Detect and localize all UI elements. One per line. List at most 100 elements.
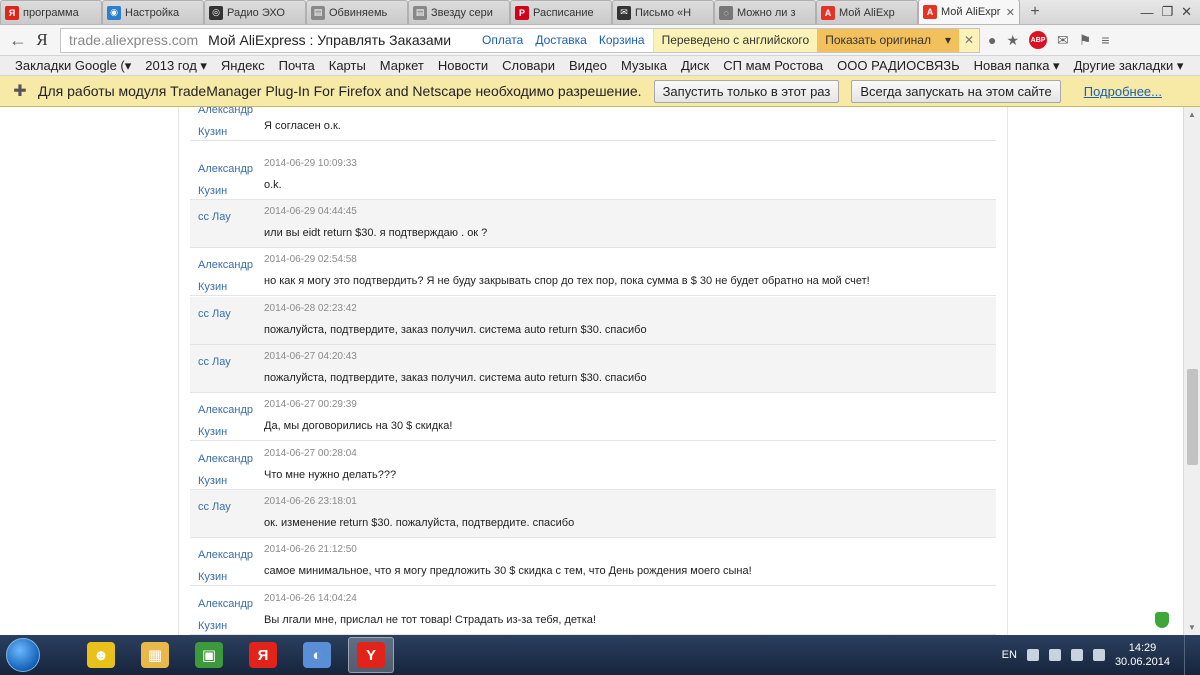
volume-icon[interactable] — [1070, 649, 1083, 661]
tab-label: Обвиняемь — [329, 6, 388, 19]
clock[interactable]: 14:29 30.06.2014 — [1115, 641, 1170, 669]
quick-link[interactable]: Корзина — [599, 33, 645, 47]
bookmark-item[interactable]: Карты — [329, 58, 366, 73]
message-sender[interactable]: сс Лау — [198, 496, 260, 518]
bookmark-item[interactable]: Маркет — [380, 58, 424, 73]
message-sender[interactable]: сс Лау — [198, 303, 260, 325]
browser-tab[interactable]: A Мой AliExp — [816, 0, 918, 24]
bookmark-item[interactable]: Видео — [569, 58, 607, 73]
messenger-app[interactable]: ☻ — [78, 637, 124, 673]
maximize-icon[interactable]: ❐ — [1161, 4, 1173, 20]
chevron-down-icon[interactable]: ▾ — [945, 33, 951, 47]
back-arrow-icon[interactable]: ← — [6, 30, 30, 51]
flag-icon[interactable]: ⚑ — [1079, 32, 1092, 49]
message-sender[interactable]: сс Лау — [198, 351, 260, 373]
browser-tab[interactable]: ▤ Звезду сери — [408, 0, 510, 24]
browser-tab[interactable]: ◌ Можно ли з — [714, 0, 816, 24]
other-bookmarks[interactable]: Другие закладки ▾ — [1074, 58, 1184, 74]
quick-link[interactable]: Оплата — [482, 33, 523, 47]
run-once-button[interactable]: Запустить только в этот раз — [653, 79, 840, 103]
yandex-browser-app[interactable]: Y — [348, 637, 394, 673]
bookmark-item[interactable]: Яндекс — [221, 58, 265, 73]
browser-tab[interactable]: ▤ Обвиняемь — [306, 0, 408, 24]
vertical-scrollbar[interactable]: ▲ ▼ — [1183, 107, 1200, 635]
security-shield-icon[interactable] — [1155, 612, 1169, 628]
message-sender[interactable]: Александр Кузин — [198, 593, 260, 635]
menu-icon[interactable]: ≡ — [1101, 32, 1109, 48]
close-tab-icon[interactable]: ✕ — [1006, 6, 1015, 19]
scroll-down-icon[interactable]: ▼ — [1188, 623, 1196, 632]
message-row: Александр Кузин 2014-06-27 00:29:39 Да, мы … — [190, 393, 996, 441]
bookmark-item[interactable]: Новая папка ▾ — [974, 58, 1060, 74]
bookmark-item[interactable]: Новости — [438, 58, 488, 73]
new-tab-button[interactable]: + — [1024, 1, 1046, 23]
adblock-icon[interactable]: ABP — [1029, 31, 1048, 49]
mail-icon[interactable]: ✉ — [1057, 32, 1069, 49]
browser-tab[interactable]: ◉ Настройка — [102, 0, 204, 24]
network-icon[interactable] — [1048, 649, 1061, 661]
start-button[interactable] — [6, 638, 40, 672]
browser-tab[interactable]: Р Расписание — [510, 0, 612, 24]
url-text: trade.aliexpress.com — [69, 32, 199, 48]
bookmark-item[interactable]: СП мам Ростова — [723, 58, 823, 73]
remote-desktop-app[interactable]: ▣ — [186, 637, 232, 673]
message-text: ок. изменение return $30. пожалуйста, по… — [264, 517, 575, 529]
tab-label: Настройка — [125, 6, 180, 19]
message-text: o.k. — [264, 179, 282, 191]
quick-link[interactable]: Доставка — [535, 33, 587, 47]
audio-app[interactable]: ◐ — [294, 637, 340, 673]
file-explorer-app[interactable]: ▦ — [132, 637, 178, 673]
tab-label: Мой AliExpr — [941, 6, 1001, 18]
translated-notice[interactable]: Переведено с английского — [652, 28, 818, 52]
sender-second-line: Кузин — [198, 281, 228, 293]
bookmark-item[interactable]: Закладки Google (▾ — [15, 58, 131, 74]
message-text: но как я могу это подтвердить? Я не буду… — [264, 275, 870, 287]
close-translation-icon[interactable]: ✕ — [959, 28, 979, 52]
message-sender[interactable]: Александр Кузин — [198, 254, 260, 298]
browser-tab[interactable]: ◎ Радио ЭХО — [204, 0, 306, 24]
show-original-button[interactable]: Показать оригинал ▾ — [817, 28, 959, 52]
message-sender[interactable]: Александр Кузин — [198, 158, 260, 202]
star-icon[interactable]: ★ — [1006, 32, 1019, 49]
message-text: Что мне нужно делать??? — [264, 469, 397, 481]
microphone-icon[interactable]: ● — [988, 32, 996, 48]
bookmark-item[interactable]: Диск — [681, 58, 709, 73]
message-sender[interactable]: Александр Кузин — [198, 544, 260, 588]
sender-second-line: Кузин — [198, 426, 228, 438]
clock-date: 30.06.2014 — [1114, 656, 1170, 668]
browser-tab[interactable]: A Мой AliExpr ✕ — [918, 0, 1020, 24]
message-text: или вы eidt return $30. я подтверждаю . … — [264, 227, 488, 239]
scroll-up-icon[interactable]: ▲ — [1188, 110, 1196, 119]
always-run-button[interactable]: Всегда запускать на этом сайте — [851, 79, 1061, 103]
message-sender[interactable]: Александр Кузин — [198, 399, 260, 443]
toolbar-icons: ● ★ ABP ✉ ⚑ ≡ — [988, 31, 1110, 49]
sender-second-line: Кузин — [198, 571, 228, 583]
scrollbar-thumb[interactable] — [1187, 369, 1198, 465]
bookmark-item[interactable]: ООО РАДИОСВЯЗЬ — [837, 58, 960, 73]
tray-arrow-icon[interactable] — [1026, 649, 1039, 661]
bookmark-item[interactable]: Музыка — [621, 58, 667, 73]
yandex-app[interactable]: Я — [240, 637, 286, 673]
bookmark-item[interactable]: Словари — [502, 58, 555, 73]
message-timestamp: 2014-06-26 23:18:01 — [264, 496, 357, 507]
more-info-link[interactable]: Подробнее... — [1084, 84, 1162, 99]
message-sender[interactable]: Александр Кузин — [198, 448, 260, 492]
navigation-bar: ← Я trade.aliexpress.com Мой AliExpress … — [0, 25, 1200, 56]
address-bar[interactable]: trade.aliexpress.com Мой AliExpress : Уп… — [60, 27, 980, 53]
message-sender[interactable]: Александр Кузин — [198, 107, 260, 143]
bookmark-item[interactable]: Почта — [279, 58, 315, 73]
power-icon[interactable] — [1092, 649, 1105, 661]
browser-tab[interactable]: Япрограмма — [0, 0, 102, 24]
browser-tab[interactable]: ✉ Письмо «Н — [612, 0, 714, 24]
message-sender[interactable]: сс Лау — [198, 206, 260, 228]
message-row: Александр Кузин 2014-06-27 00:28:04 Что мне… — [190, 442, 996, 490]
message-text: Вы лгали мне, прислал не тот товар! Стра… — [264, 614, 596, 626]
tab-label: Радио ЭХО — [227, 6, 285, 19]
message-row: сс Лау 2014-06-27 04:20:43 пожалуйста, под… — [190, 345, 996, 393]
minimize-icon[interactable]: — — [1140, 5, 1153, 20]
close-window-icon[interactable]: ✕ — [1181, 4, 1192, 20]
language-indicator[interactable]: EN — [1002, 649, 1017, 661]
show-desktop-button[interactable] — [1184, 635, 1194, 675]
yandex-logo-icon[interactable]: Я — [30, 30, 54, 50]
bookmark-item[interactable]: 2013 год ▾ — [145, 58, 207, 74]
